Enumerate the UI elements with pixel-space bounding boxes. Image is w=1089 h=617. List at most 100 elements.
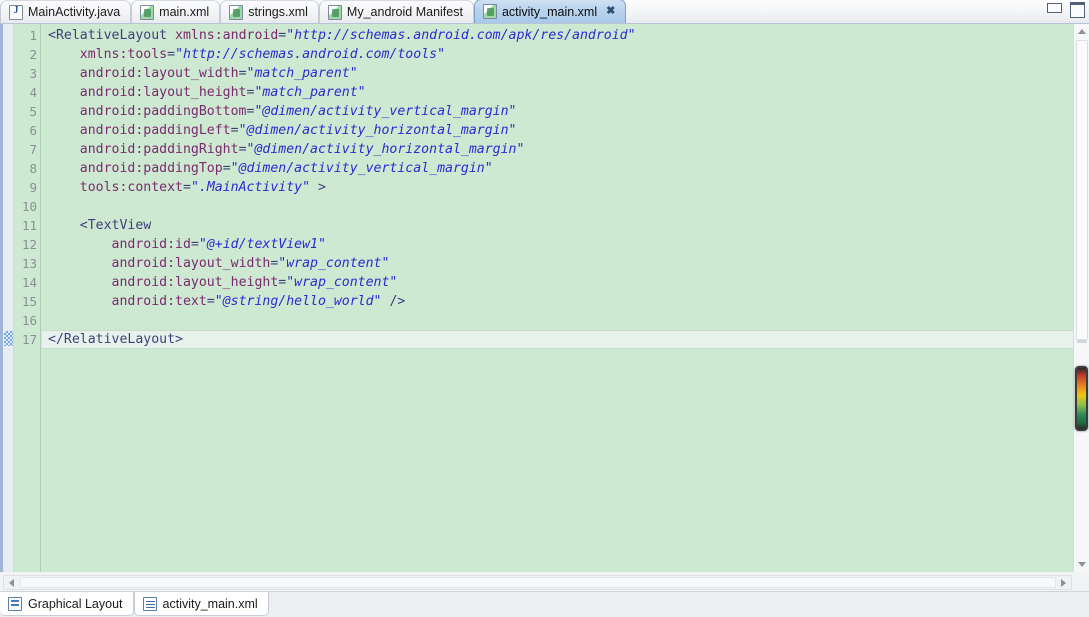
vertical-scroll-thumb[interactable] [1076,40,1088,340]
code-line[interactable] [42,311,1073,330]
line-number: 2 [29,47,37,62]
code-line[interactable]: android:paddingTop="@dimen/activity_vert… [42,159,1073,178]
scroll-left-icon[interactable] [4,576,19,589]
editor-tab-strings-xml[interactable]: strings.xml [220,0,319,23]
editor-tab-mainactivity-java[interactable]: MainActivity.java [0,0,132,23]
code-token-str: "http://schemas.android.com/tools" [175,47,446,62]
code-line[interactable] [42,197,1073,216]
code-line[interactable]: android:id="@+id/textView1" [42,235,1073,254]
code-token-tag: <TextView [79,218,152,233]
editor-mode-tabs: Graphical Layout activity_main.xml [0,592,269,616]
line-number: 8 [29,161,37,176]
editor-tabs: MainActivity.java main.xml strings.xml My_a… [0,0,627,23]
eclipse-editor-window: MainActivity.java main.xml strings.xml My_a… [0,0,1089,617]
line-number: 15 [21,294,37,309]
code-token-punc: = [182,180,191,195]
tab-bar-filler [626,0,1089,23]
code-token-tag: > [317,180,326,195]
xml-file-icon [229,4,244,20]
java-file-icon [9,4,23,20]
line-number: 5 [29,104,37,119]
editor-mode-tab-activity-main-xml[interactable]: activity_main.xml [133,592,269,616]
code-token-str: "wrap_content" [278,256,390,271]
maximize-icon[interactable] [1068,1,1085,18]
code-token-attr: android:id [111,237,191,252]
code-token-attr: android:layout_height [111,275,279,290]
code-token-str: "@+id/textView1" [198,237,326,252]
line-number: 1 [29,28,37,43]
editor-tab-label: activity_main.xml [501,4,598,19]
code-token-attr: android:paddingLeft [79,123,231,138]
editor-tab-label: MainActivity.java [28,5,121,19]
window-controls [1045,1,1085,18]
line-number: 9 [29,180,37,195]
code-line[interactable]: android:text="@string/hello_world" /> [42,292,1073,311]
vertical-scrollbar[interactable] [1073,24,1089,572]
editor-tab-main-xml[interactable]: main.xml [131,0,221,23]
code-line[interactable]: android:layout_height="wrap_content" [42,273,1073,292]
code-token-attr: android:text [111,294,207,309]
code-token-attr: android:paddingBottom [79,104,247,119]
code-line[interactable]: android:layout_width="match_parent" [42,64,1073,83]
horizontal-scrollbar[interactable] [3,575,1072,590]
code-line[interactable]: android:layout_height="match_parent" [42,83,1073,102]
code-token-tag: /> [389,294,406,309]
code-line[interactable]: android:layout_width="wrap_content" [42,254,1073,273]
code-line[interactable]: tools:context=".MainActivity" > [42,178,1073,197]
code-token-attr: xmlns:tools [79,47,168,62]
editor-tab-label: strings.xml [248,5,308,19]
code-token-punc: = [206,294,215,309]
editor-mode-tab-graphical-layout[interactable]: Graphical Layout [0,592,134,616]
code-token-punc: = [230,123,239,138]
code-line[interactable]: android:paddingBottom="@dimen/activity_v… [42,102,1073,121]
code-token-str: "@string/hello_world" [214,294,382,309]
code-token-tag: <RelativeLayout [48,28,168,43]
code-line[interactable]: android:paddingRight="@dimen/activity_ho… [42,140,1073,159]
current-line-marker-icon [4,331,13,346]
scroll-right-icon[interactable] [1056,576,1071,589]
code-token-str: "@dimen/activity_vertical_margin" [230,161,493,176]
vertical-scroll-marker [1077,340,1087,343]
editor-tab-label: main.xml [159,5,210,19]
code-token-attr: xmlns:android [175,28,279,43]
xml-source-icon [142,596,157,611]
code-line[interactable]: <RelativeLayout xmlns:android="http://sc… [42,26,1073,45]
code-token-attr: android:paddingRight [79,142,239,157]
scroll-up-icon[interactable] [1074,24,1089,39]
code-line[interactable]: </RelativeLayout> [42,330,1073,349]
editor-tab-my-android-manifest[interactable]: My_android Manifest [318,0,474,23]
code-content[interactable]: <RelativeLayout xmlns:android = "http://sc… [42,24,1073,572]
code-token-str: "match_parent" [246,66,358,81]
editor-tab-label: My_android Manifest [346,5,463,19]
code-line[interactable]: xmlns:tools="http://schemas.android.com/… [42,45,1073,64]
xml-file-icon [140,4,155,20]
line-number: 12 [21,237,37,252]
minimize-icon[interactable] [1045,1,1062,15]
editor-tab-activity-main-xml[interactable]: activity_main.xml ✖ [473,0,627,23]
code-token-str: ".MainActivity" [190,180,311,195]
code-token-str: "@dimen/activity_horizontal_margin" [246,142,525,157]
code-editor[interactable]: 1 2 3 4 5 6 7 8 9 10 11 12 13 14 15 16 17 <RelativeLayou… [0,24,1089,572]
code-line[interactable]: android:paddingLeft="@dimen/activity_hor… [42,121,1073,140]
close-icon[interactable]: ✖ [606,6,615,17]
code-line[interactable]: <TextView [42,216,1073,235]
code-token-punc: = [238,66,247,81]
xml-file-icon [482,4,497,19]
scroll-down-icon[interactable] [1074,557,1089,572]
xml-file-icon [327,4,342,20]
horizontal-scroll-thumb[interactable] [20,577,1056,588]
line-number-gutter: 1 2 3 4 5 6 7 8 9 10 11 12 13 14 15 16 17 [3,24,41,572]
code-token-str: "match_parent" [254,85,366,100]
code-token-attr: android:layout_width [79,66,239,81]
code-token-attr: tools:context [79,180,183,195]
